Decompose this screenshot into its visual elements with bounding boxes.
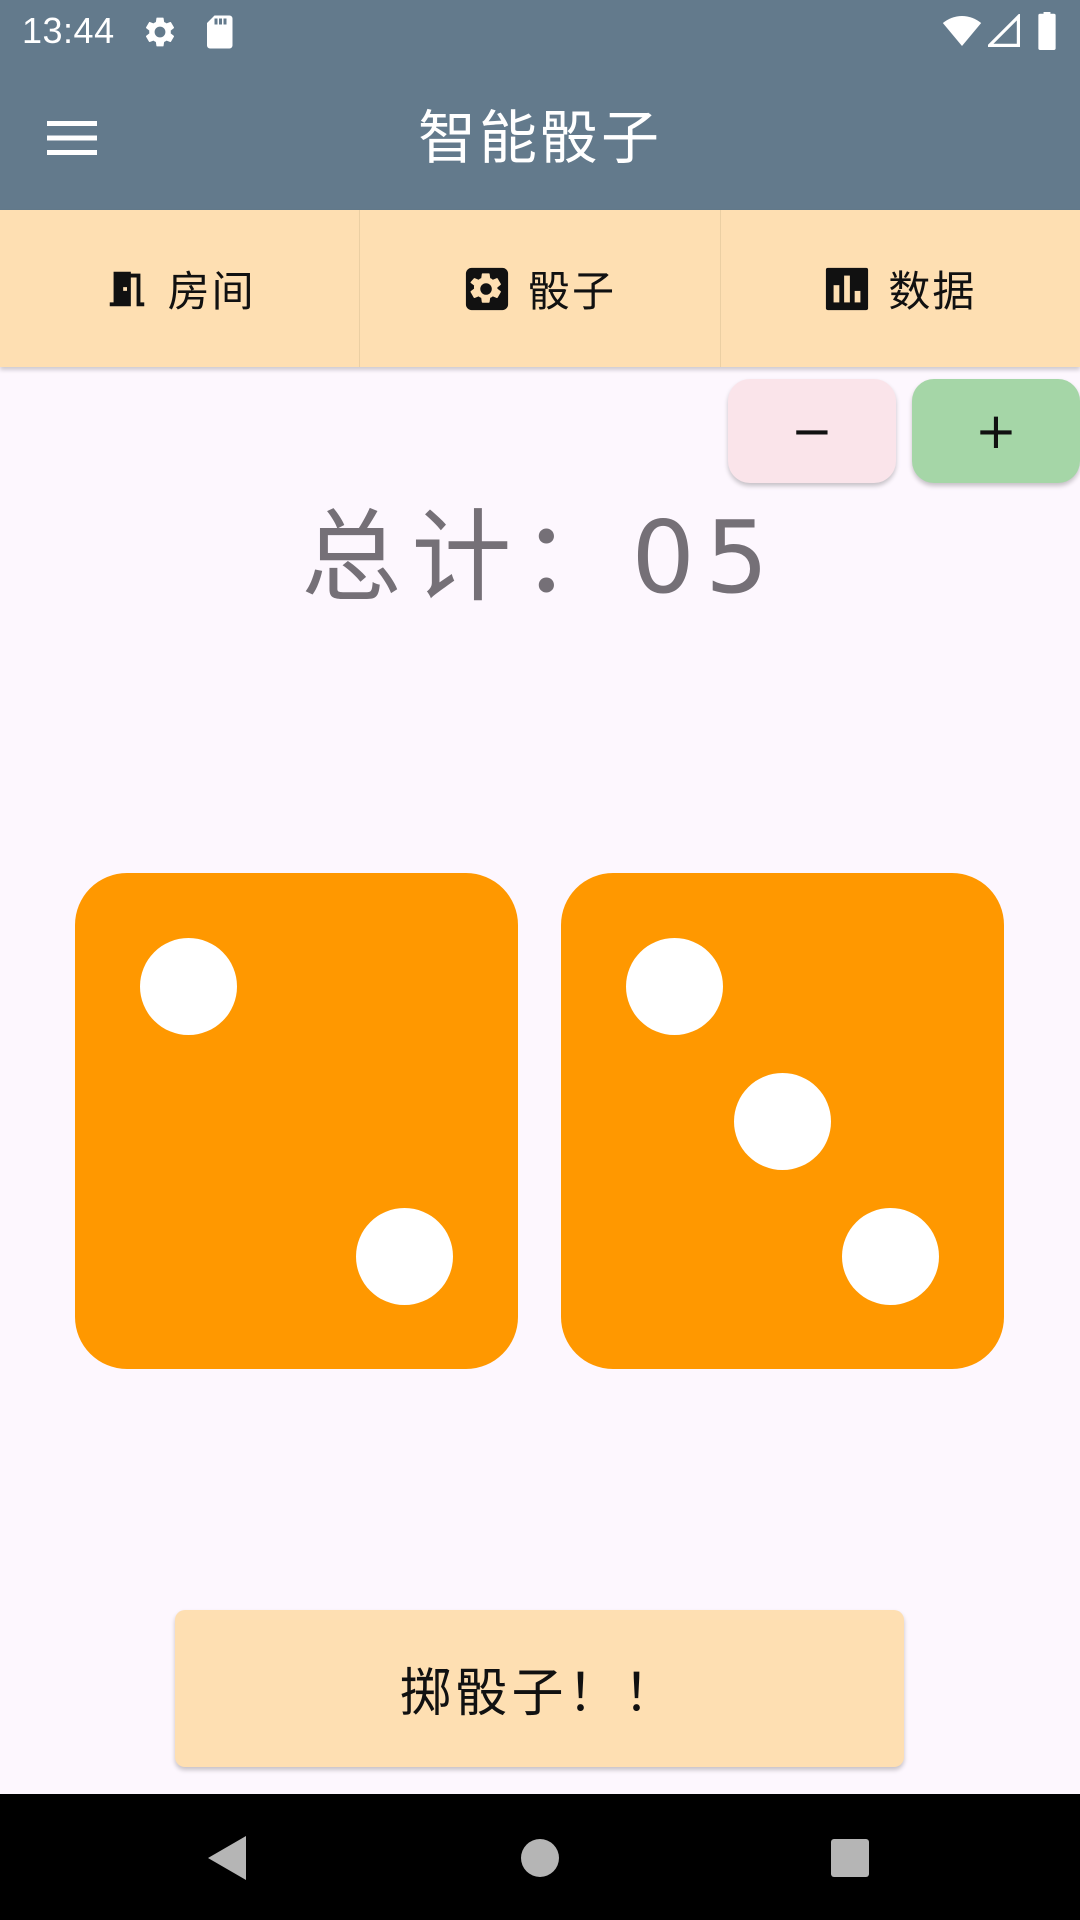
tab-dice[interactable]: 骰子: [360, 210, 721, 367]
status-time: 13:44: [22, 10, 115, 51]
die-pip: [734, 1073, 831, 1170]
plus-label: +: [975, 402, 1017, 460]
system-nav-bar: [0, 1794, 1080, 1920]
home-icon: [521, 1839, 559, 1877]
roll-dice-button[interactable]: 掷骰子！！: [175, 1610, 904, 1767]
sd-card-icon: [207, 15, 233, 49]
door-icon: [109, 271, 144, 306]
die-pip: [140, 938, 237, 1035]
dice-icon: [465, 267, 509, 310]
die-pip: [626, 938, 723, 1035]
nav-recents-button[interactable]: [808, 1816, 892, 1900]
settings-icon: [145, 17, 175, 47]
battery-icon: [1038, 12, 1056, 50]
total-display: 总计：05: [301, 499, 779, 616]
tab-bar: 房间 骰子 数据: [0, 210, 1080, 367]
nav-home-button[interactable]: [498, 1816, 582, 1900]
die-pip: [356, 1208, 453, 1305]
tab-data-label: 数据: [888, 267, 977, 316]
app-bar: 智能骰子: [0, 62, 1080, 210]
tab-room[interactable]: 房间: [0, 210, 361, 367]
die[interactable]: [75, 873, 518, 1369]
nav-back-button[interactable]: [184, 1816, 268, 1900]
die-pip: [842, 1208, 939, 1305]
bar-chart-icon: [826, 267, 869, 310]
die[interactable]: [561, 873, 1004, 1369]
app-title: 智能骰子: [417, 104, 662, 172]
wifi-icon: [942, 16, 982, 46]
minus-label: −: [791, 402, 833, 460]
remove-die-button[interactable]: −: [728, 379, 896, 483]
tab-dice-label: 骰子: [527, 267, 616, 316]
signal-icon: [988, 14, 1020, 47]
tab-room-label: 房间: [167, 267, 256, 316]
recents-icon: [831, 1839, 869, 1877]
back-icon: [208, 1836, 246, 1880]
tab-data[interactable]: 数据: [721, 210, 1080, 367]
status-bar: 13:44: [0, 0, 1080, 62]
add-die-button[interactable]: +: [912, 379, 1080, 483]
